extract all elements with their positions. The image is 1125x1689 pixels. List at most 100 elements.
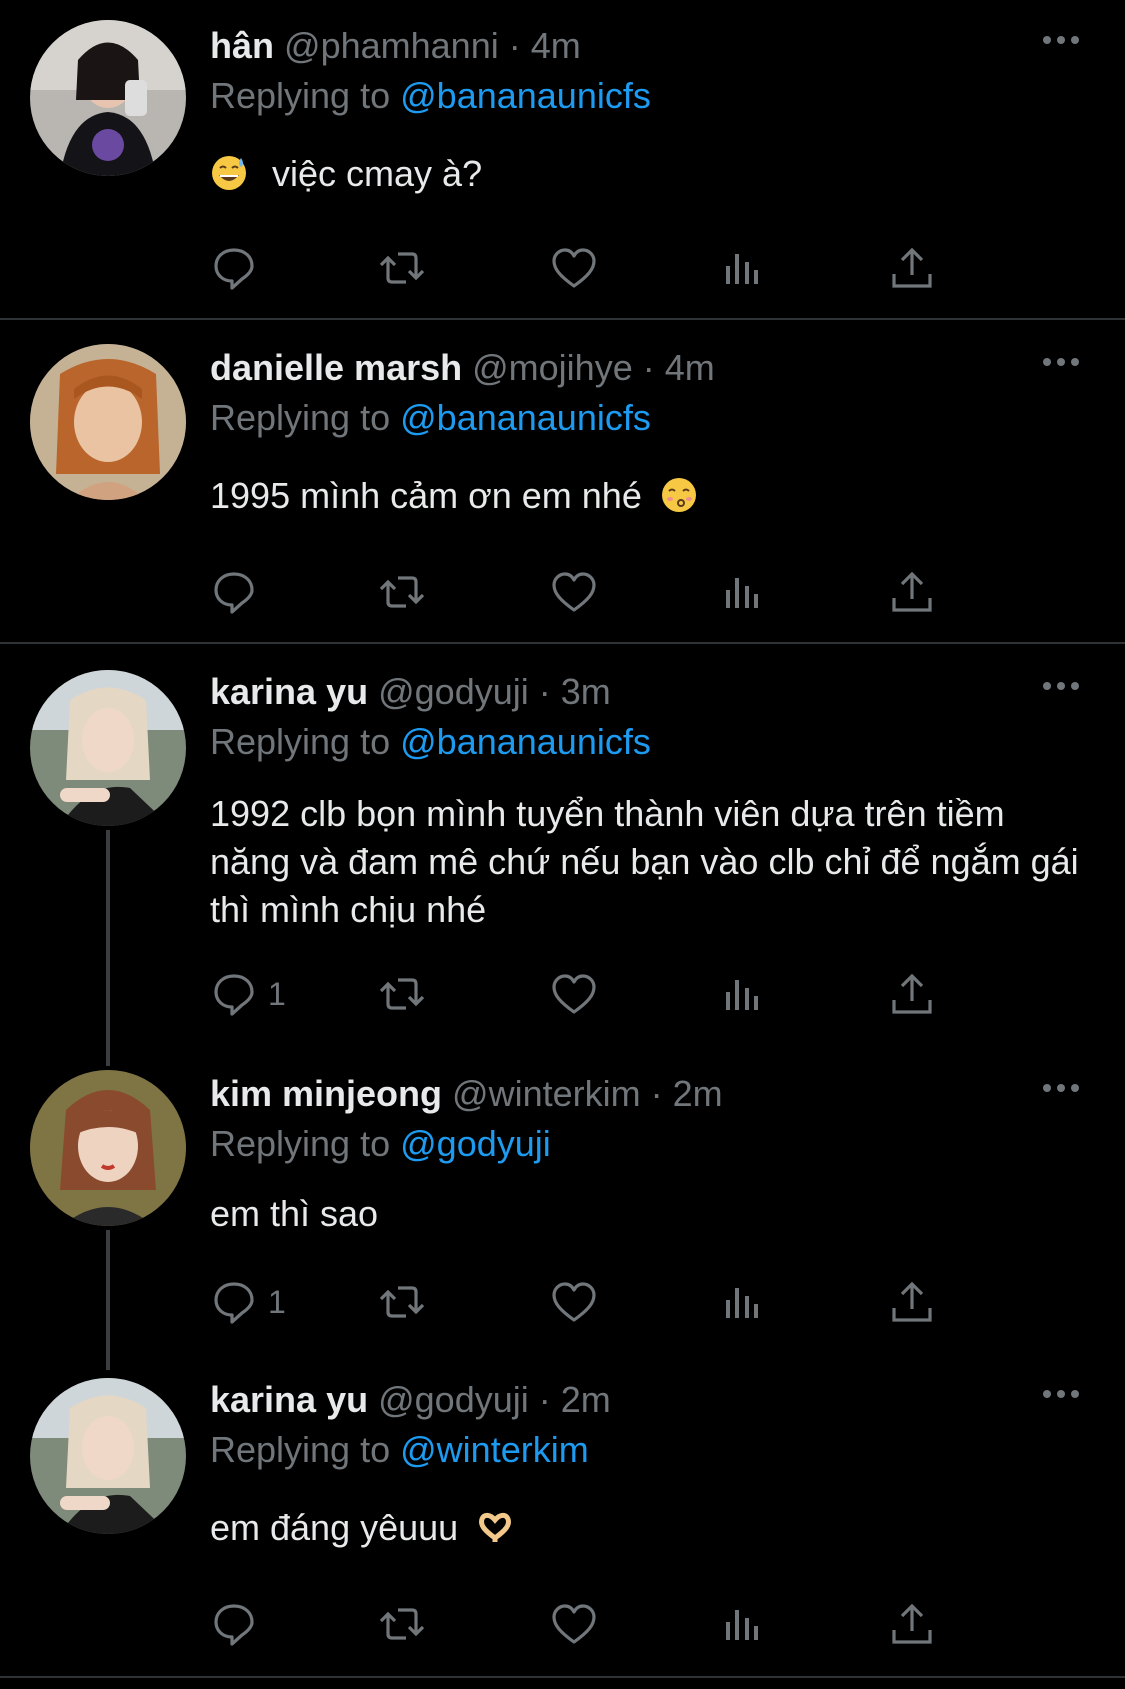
heart-icon bbox=[552, 974, 596, 1014]
tweet-text: em thì sao bbox=[210, 1190, 1090, 1238]
heart-icon bbox=[552, 248, 596, 288]
avatar[interactable] bbox=[30, 344, 186, 500]
analytics-icon bbox=[726, 1288, 758, 1318]
more-options-icon[interactable] bbox=[1039, 676, 1083, 696]
share-icon bbox=[892, 1603, 932, 1644]
mention-link[interactable]: @winterkim bbox=[400, 1429, 589, 1470]
analytics-button[interactable] bbox=[718, 562, 766, 622]
reply-button[interactable] bbox=[210, 1594, 268, 1654]
reply-icon bbox=[214, 1604, 254, 1646]
tweet-divider bbox=[0, 1676, 1125, 1678]
timestamp[interactable]: 4m bbox=[665, 347, 715, 388]
analytics-icon bbox=[726, 578, 758, 608]
tweet-text: 1995 mình cảm ơn em nhé bbox=[210, 472, 1090, 520]
timestamp[interactable]: 4m bbox=[531, 25, 581, 66]
replying-prefix: Replying to bbox=[210, 1123, 391, 1164]
retweet-icon bbox=[379, 576, 425, 608]
mention-link[interactable]: @bananaunicfs bbox=[400, 397, 651, 438]
share-button[interactable] bbox=[888, 238, 936, 298]
retweet-button[interactable] bbox=[378, 238, 426, 298]
tweet-actions: 1 bbox=[210, 1272, 1010, 1332]
separator-dot: · bbox=[538, 671, 551, 712]
analytics-button[interactable] bbox=[718, 238, 766, 298]
tweet-text-content: việc cmay à? bbox=[272, 153, 483, 194]
like-button[interactable] bbox=[550, 1272, 598, 1332]
tweet-text-content: 1992 clb bọn mình tuyển thành viên dựa t… bbox=[210, 793, 1079, 930]
avatar[interactable] bbox=[30, 1070, 186, 1226]
user-handle[interactable]: @godyuji bbox=[378, 671, 529, 712]
avatar[interactable] bbox=[30, 670, 186, 826]
share-button[interactable] bbox=[888, 562, 936, 622]
timestamp[interactable]: 2m bbox=[673, 1073, 723, 1114]
share-icon bbox=[892, 1281, 932, 1322]
analytics-icon bbox=[726, 980, 758, 1010]
reply-icon bbox=[214, 248, 254, 290]
tweet-divider bbox=[0, 318, 1125, 320]
replying-to: Replying to @bananaunicfs bbox=[210, 396, 651, 440]
mention-link[interactable]: @godyuji bbox=[400, 1123, 551, 1164]
display-name[interactable]: kim minjeong bbox=[210, 1073, 442, 1114]
tweet-divider bbox=[0, 642, 1125, 644]
tweet-actions bbox=[210, 1594, 1010, 1654]
display-name[interactable]: hân bbox=[210, 25, 274, 66]
share-icon bbox=[892, 973, 932, 1014]
tweet-text: 1992 clb bọn mình tuyển thành viên dựa t… bbox=[210, 790, 1090, 934]
display-name[interactable]: danielle marsh bbox=[210, 347, 462, 388]
like-button[interactable] bbox=[550, 964, 598, 1024]
display-name[interactable]: karina yu bbox=[210, 671, 368, 712]
avatar[interactable] bbox=[30, 20, 186, 176]
retweet-button[interactable] bbox=[378, 964, 426, 1024]
tweet-actions bbox=[210, 562, 1010, 622]
user-handle[interactable]: @mojihye bbox=[472, 347, 633, 388]
timestamp[interactable]: 2m bbox=[561, 1379, 611, 1420]
reply-button[interactable] bbox=[210, 238, 268, 298]
share-button[interactable] bbox=[888, 1594, 936, 1654]
like-button[interactable] bbox=[550, 238, 598, 298]
mention-link[interactable]: @bananaunicfs bbox=[400, 75, 651, 116]
more-options-icon[interactable] bbox=[1039, 1384, 1083, 1404]
retweet-button[interactable] bbox=[378, 1594, 426, 1654]
avatar[interactable] bbox=[30, 1378, 186, 1534]
tweet-5[interactable]: karina yu @godyuji · 2m Replying to @win… bbox=[0, 1354, 1125, 1674]
replying-to: Replying to @godyuji bbox=[210, 1122, 551, 1166]
analytics-button[interactable] bbox=[718, 964, 766, 1024]
retweet-button[interactable] bbox=[378, 562, 426, 622]
tweet-4[interactable]: kim minjeong @winterkim · 2m Replying to… bbox=[0, 1048, 1125, 1354]
share-button[interactable] bbox=[888, 964, 936, 1024]
reply-button[interactable] bbox=[210, 562, 268, 622]
display-name[interactable]: karina yu bbox=[210, 1379, 368, 1420]
tweet-text: em đáng yêuuu bbox=[210, 1504, 1090, 1552]
tweet-2[interactable]: danielle marsh @mojihye · 4m Replying to… bbox=[0, 322, 1125, 640]
tweet-1[interactable]: hân @phamhanni · 4m Replying to @bananau… bbox=[0, 0, 1125, 318]
heart-icon bbox=[552, 1604, 596, 1644]
user-handle[interactable]: @phamhanni bbox=[284, 25, 499, 66]
retweet-icon bbox=[379, 1286, 425, 1318]
like-button[interactable] bbox=[550, 562, 598, 622]
replying-to: Replying to @bananaunicfs bbox=[210, 74, 651, 118]
more-options-icon[interactable] bbox=[1039, 1078, 1083, 1098]
analytics-button[interactable] bbox=[718, 1272, 766, 1332]
more-options-icon[interactable] bbox=[1039, 30, 1083, 50]
user-handle[interactable]: @godyuji bbox=[378, 1379, 529, 1420]
timestamp[interactable]: 3m bbox=[561, 671, 611, 712]
tweet-actions: 1 bbox=[210, 964, 1010, 1024]
reply-button[interactable]: 1 bbox=[210, 1272, 286, 1332]
reply-count: 1 bbox=[268, 975, 286, 1012]
replying-prefix: Replying to bbox=[210, 397, 391, 438]
retweet-icon bbox=[379, 978, 425, 1010]
reply-icon bbox=[214, 1282, 254, 1324]
tweet-3[interactable]: karina yu @godyuji · 3m Replying to @ban… bbox=[0, 646, 1125, 1046]
share-button[interactable] bbox=[888, 1272, 936, 1332]
reply-icon bbox=[214, 974, 254, 1016]
retweet-button[interactable] bbox=[378, 1272, 426, 1332]
like-button[interactable] bbox=[550, 1594, 598, 1654]
heart-icon bbox=[552, 1282, 596, 1322]
user-handle[interactable]: @winterkim bbox=[452, 1073, 641, 1114]
analytics-button[interactable] bbox=[718, 1594, 766, 1654]
tweet-text: việc cmay à? bbox=[210, 150, 1090, 198]
reply-count: 1 bbox=[268, 1283, 286, 1320]
replying-prefix: Replying to bbox=[210, 1429, 391, 1470]
more-options-icon[interactable] bbox=[1039, 352, 1083, 372]
reply-button[interactable]: 1 bbox=[210, 964, 286, 1024]
mention-link[interactable]: @bananaunicfs bbox=[400, 721, 651, 762]
